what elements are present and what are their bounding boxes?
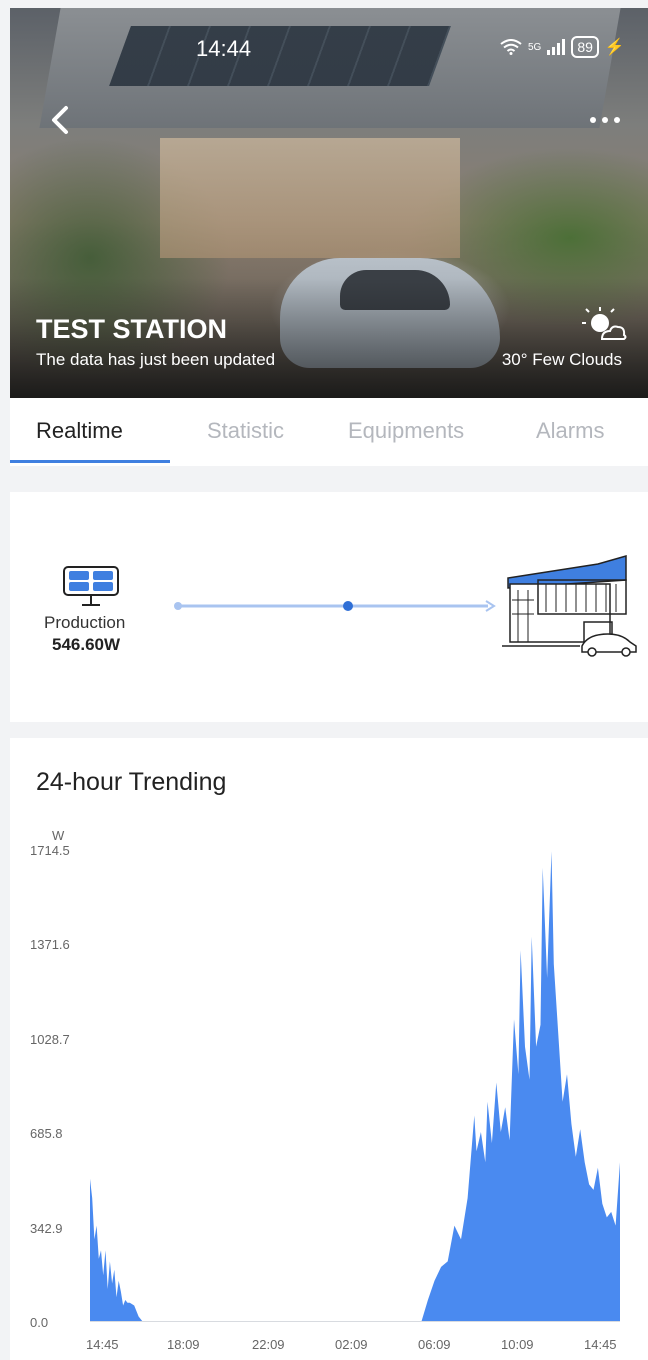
series-area [90, 851, 620, 1322]
partly-cloudy-icon [582, 307, 627, 340]
charging-icon: ⚡ [604, 39, 625, 56]
update-status-text: The data has just been updated [36, 350, 276, 369]
signal-label: 5G [528, 41, 542, 53]
production-value: 546.60W [52, 635, 121, 654]
y-tick-label: 0.0 [30, 1315, 49, 1330]
signal-icon [547, 39, 566, 55]
y-tick-label: 1028.7 [30, 1032, 70, 1047]
weather-text: 30° Few Clouds [501, 350, 622, 369]
x-tick-label: 06:09 [418, 1337, 451, 1352]
status-icons: 5G 89 ⚡ [500, 36, 625, 58]
y-tick-label: 342.9 [30, 1221, 63, 1236]
battery-level: 89 [571, 36, 599, 58]
y-axis-unit: W [52, 828, 65, 843]
station-name: TEST STATION [36, 314, 227, 344]
x-tick-label: 02:09 [335, 1337, 368, 1352]
y-tick-label: 685.8 [30, 1126, 63, 1141]
y-tick-label: 1371.6 [30, 937, 70, 952]
wifi-icon [500, 39, 522, 55]
house-icon [502, 555, 637, 657]
x-tick-label: 10:09 [501, 1337, 534, 1352]
tab-bar: Realtime Statistic Equipments Alarms [10, 398, 648, 466]
y-tick-label: 1714.5 [30, 843, 70, 858]
status-time: 14:44 [196, 36, 252, 61]
active-tab-indicator [10, 460, 170, 463]
x-tick-label: 18:09 [167, 1337, 200, 1352]
tab-statistic[interactable]: Statistic [207, 418, 284, 444]
more-options-icon[interactable] [585, 110, 625, 130]
tab-realtime[interactable]: Realtime [36, 418, 123, 444]
x-tick-label: 22:09 [252, 1337, 285, 1352]
tab-alarms[interactable]: Alarms [536, 418, 604, 444]
trend-chart [90, 851, 620, 1322]
x-tick-label: 14:45 [86, 1337, 119, 1352]
back-button[interactable] [42, 100, 82, 140]
hero-interior [160, 138, 460, 258]
production-label: Production [44, 613, 126, 632]
energy-flow-line [174, 600, 496, 612]
solar-panel-icon [63, 566, 119, 606]
tab-equipments[interactable]: Equipments [348, 418, 464, 444]
trend-title: 24-hour Trending [36, 768, 227, 796]
x-tick-label: 14:45 [584, 1337, 617, 1352]
hero-solar-panel [109, 26, 451, 86]
